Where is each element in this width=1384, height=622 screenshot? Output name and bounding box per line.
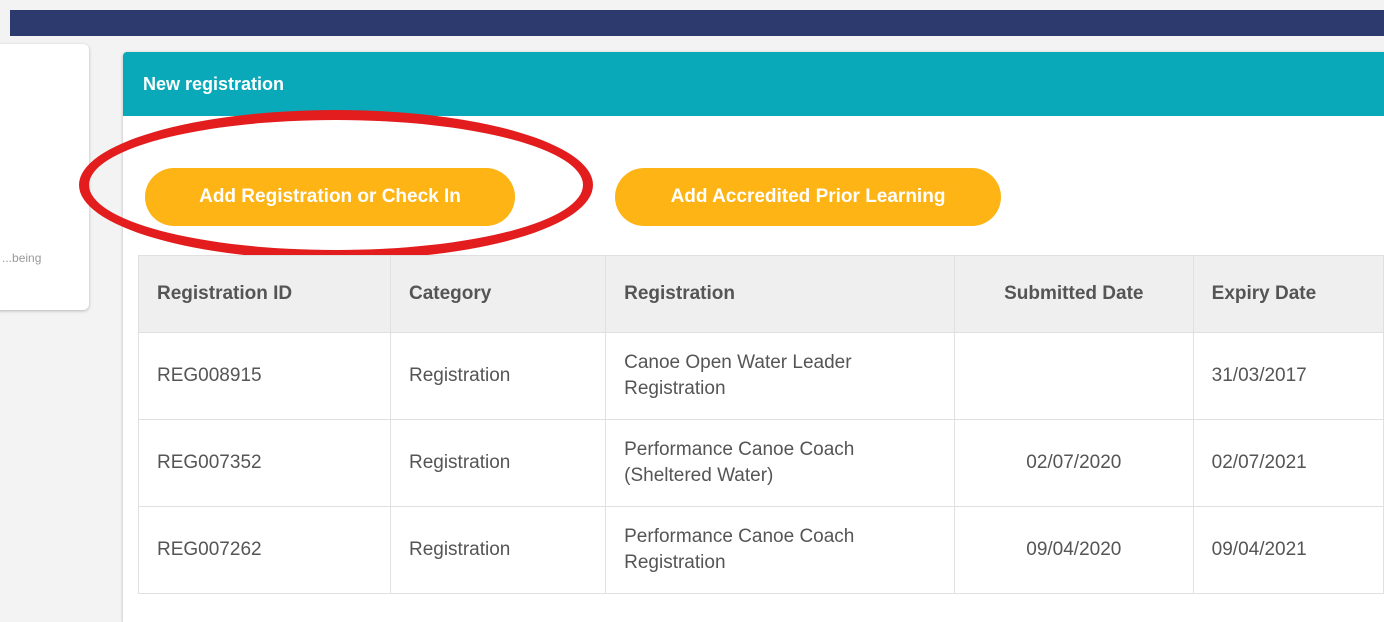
- cell-submitted-date: 09/04/2020: [953, 506, 1194, 594]
- column-header-category[interactable]: Category: [389, 255, 607, 333]
- registrations-table: Registration ID Category Registration Su…: [138, 255, 1384, 594]
- cell-registration: Canoe Open Water Leader Registration: [605, 332, 955, 420]
- side-card: being...: [0, 44, 89, 310]
- panel-title: New registration: [143, 74, 285, 94]
- cell-category: Registration: [389, 506, 607, 594]
- cell-expiry-date: 31/03/2017: [1192, 332, 1384, 420]
- table-header-row: Registration ID Category Registration Su…: [138, 255, 1384, 333]
- add-registration-button[interactable]: Add Registration or Check In: [145, 168, 515, 226]
- side-card-text: being...: [2, 251, 42, 265]
- column-header-registration-id[interactable]: Registration ID: [138, 255, 391, 333]
- cell-category: Registration: [389, 419, 607, 507]
- cell-expiry-date: 02/07/2021: [1192, 419, 1384, 507]
- table-row[interactable]: REG007352 Registration Performance Canoe…: [138, 419, 1384, 507]
- cell-submitted-date: 02/07/2020: [953, 419, 1194, 507]
- cell-registration: Performance Canoe Coach Registration: [605, 506, 955, 594]
- panel-header: New registration: [123, 52, 1384, 116]
- cell-expiry-date: 09/04/2021: [1192, 506, 1384, 594]
- top-navigation-bar: [10, 10, 1384, 36]
- table-row[interactable]: REG008915 Registration Canoe Open Water …: [138, 332, 1384, 420]
- column-header-submitted-date[interactable]: Submitted Date: [953, 255, 1194, 333]
- cell-registration-id: REG007352: [138, 419, 391, 507]
- cell-submitted-date: [953, 332, 1194, 420]
- cell-registration: Performance Canoe Coach (Sheltered Water…: [605, 419, 955, 507]
- cell-registration-id: REG007262: [138, 506, 391, 594]
- column-header-expiry-date[interactable]: Expiry Date: [1192, 255, 1384, 333]
- add-accredited-prior-learning-button[interactable]: Add Accredited Prior Learning: [615, 168, 1001, 226]
- table-row[interactable]: REG007262 Registration Performance Canoe…: [138, 506, 1384, 594]
- cell-registration-id: REG008915: [138, 332, 391, 420]
- column-header-registration[interactable]: Registration: [605, 255, 955, 333]
- cell-category: Registration: [389, 332, 607, 420]
